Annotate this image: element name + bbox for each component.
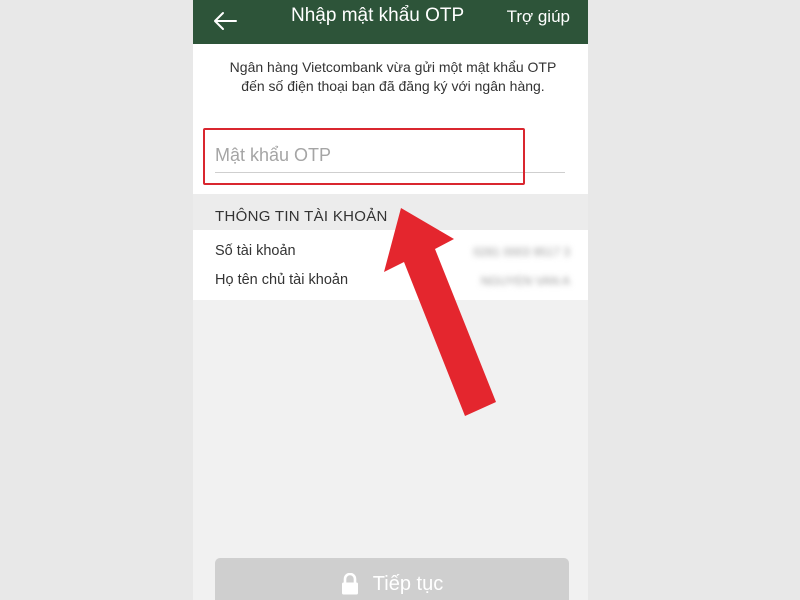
help-link[interactable]: Trợ giúp <box>507 6 570 28</box>
otp-input[interactable] <box>215 138 565 173</box>
account-info-section: THÔNG TIN TÀI KHOẢN Số tài khoản 0281 00… <box>193 194 588 300</box>
account-info-title: THÔNG TIN TÀI KHOẢN <box>215 208 388 225</box>
continue-button-label: Tiếp tục <box>372 572 444 595</box>
lock-icon <box>341 573 358 595</box>
arrow-left-icon <box>214 12 237 30</box>
account-number-value: 0281 0003 9517 3 <box>473 245 570 259</box>
account-info-rows: Số tài khoản 0281 0003 9517 3 Họ tên chủ… <box>193 230 588 300</box>
back-button[interactable] <box>207 4 243 38</box>
account-number-label: Số tài khoản <box>215 243 296 259</box>
continue-button[interactable]: Tiếp tục <box>215 558 569 600</box>
account-info-header: THÔNG TIN TÀI KHOẢN <box>193 194 588 230</box>
account-holder-value: NGUYEN VAN A <box>480 274 570 288</box>
phone-screen: Nhập mật khẩu OTP Trợ giúp Ngân hàng Vie… <box>193 0 588 600</box>
page-title: Nhập mật khẩu OTP <box>291 5 465 26</box>
otp-card: Ngân hàng Vietcombank vừa gửi một mật kh… <box>193 44 588 194</box>
app-bar: Nhập mật khẩu OTP Trợ giúp <box>193 0 588 44</box>
otp-info-text: Ngân hàng Vietcombank vừa gửi một mật kh… <box>229 59 557 94</box>
account-holder-label: Họ tên chủ tài khoản <box>215 272 349 288</box>
